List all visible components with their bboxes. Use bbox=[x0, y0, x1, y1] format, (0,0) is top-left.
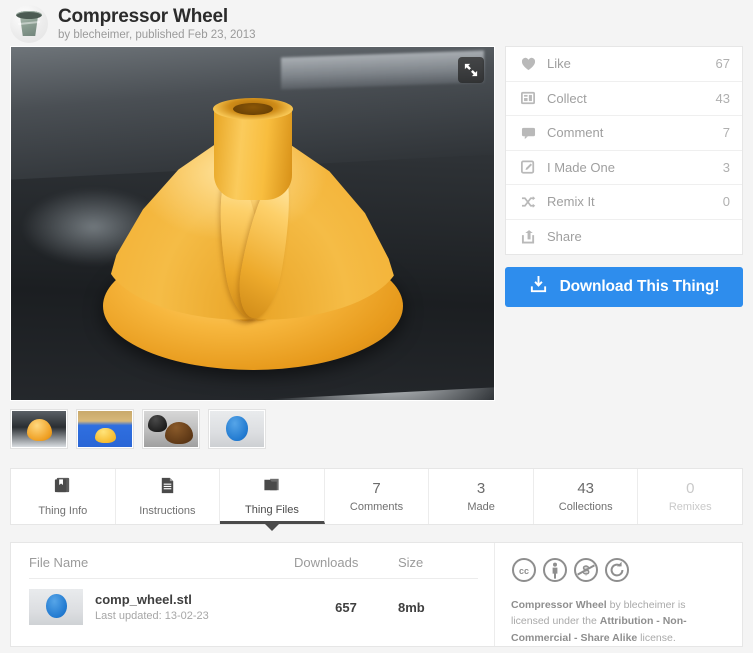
thumb-orange-wheel-dark-plate bbox=[12, 411, 66, 447]
tab-count: 3 bbox=[476, 479, 486, 497]
thumbnail-item[interactable] bbox=[208, 409, 266, 449]
action-collect[interactable]: Collect 43 bbox=[506, 82, 742, 116]
cc-by-icon bbox=[542, 557, 568, 588]
action-i-made-one[interactable]: I Made One 3 bbox=[506, 151, 742, 185]
tab-label: Thing Files bbox=[245, 503, 299, 516]
action-comment[interactable]: Comment 7 bbox=[506, 116, 742, 151]
svg-text:cc: cc bbox=[519, 566, 529, 576]
cc-nc-icon: $ bbox=[573, 557, 599, 588]
files-table: File Name Downloads Size comp_wheel.stl … bbox=[11, 543, 494, 646]
sidebar-column: Like 67 Collect 43 Comment 7 I Made One … bbox=[505, 46, 743, 307]
tab-count: 43 bbox=[577, 479, 595, 497]
main-columns: Like 67 Collect 43 Comment 7 I Made One … bbox=[0, 46, 753, 449]
action-label: Share bbox=[547, 229, 582, 245]
comment-icon bbox=[518, 126, 538, 140]
cc-sa-icon bbox=[604, 557, 630, 588]
thumbnail-item[interactable] bbox=[76, 409, 134, 449]
heart-icon bbox=[518, 57, 538, 71]
tab-count: 0 bbox=[686, 479, 695, 497]
download-icon bbox=[529, 275, 548, 299]
action-count: 0 bbox=[722, 194, 730, 210]
cc-license-icons: cc $ bbox=[511, 557, 726, 588]
page-header: Compressor Wheel by blecheimer, publishe… bbox=[0, 0, 753, 46]
stl-preview-thumb bbox=[29, 589, 83, 625]
thumb-yellow-wheel-blue-bed bbox=[78, 411, 132, 447]
action-label: Collect bbox=[547, 90, 587, 106]
avatar[interactable] bbox=[10, 5, 48, 43]
action-label: I Made One bbox=[547, 159, 615, 175]
tab-label: Remixes bbox=[668, 500, 712, 513]
active-tab-caret bbox=[263, 523, 280, 531]
file-meta: comp_wheel.stl Last updated: 13-02-23 bbox=[95, 592, 294, 622]
tab-made[interactable]: 3 Made bbox=[429, 469, 534, 524]
page-title: Compressor Wheel bbox=[58, 5, 228, 27]
action-label: Comment bbox=[547, 125, 604, 141]
tab-label: Comments bbox=[349, 500, 404, 513]
document-icon bbox=[158, 476, 177, 500]
action-label: Remix It bbox=[547, 194, 595, 210]
license-text: Compressor Wheel by blecheimer is licens… bbox=[511, 597, 726, 646]
tab-label: Thing Info bbox=[38, 505, 88, 517]
thumb-black-and-brown-wheels bbox=[144, 411, 198, 447]
wheel-hub-bore bbox=[232, 102, 273, 115]
media-column bbox=[10, 46, 495, 449]
tabs-wrapper: Thing Info Instructions Thing Files 7 Co… bbox=[10, 468, 743, 531]
thumb-blue-stl-render bbox=[210, 411, 264, 447]
tab-label: Collections bbox=[558, 500, 613, 513]
file-name[interactable]: comp_wheel.stl bbox=[95, 592, 294, 607]
actions-card: Like 67 Collect 43 Comment 7 I Made One … bbox=[505, 46, 743, 255]
download-button[interactable]: Download This Thing! bbox=[505, 267, 743, 307]
license-suffix: license. bbox=[637, 631, 676, 644]
hero-image[interactable] bbox=[10, 46, 495, 401]
file-size: 8mb bbox=[398, 599, 425, 615]
thing-detail-page: Compressor Wheel by blecheimer, publishe… bbox=[0, 0, 753, 653]
action-count: 67 bbox=[715, 56, 730, 72]
cc-icon: cc bbox=[511, 557, 537, 588]
file-updated: Last updated: 13-02-23 bbox=[95, 610, 209, 622]
action-count: 3 bbox=[722, 159, 730, 175]
action-like[interactable]: Like 67 bbox=[506, 47, 742, 82]
action-count: 43 bbox=[715, 90, 730, 106]
thing-files-panel: File Name Downloads Size comp_wheel.stl … bbox=[10, 542, 743, 647]
column-header-downloads: Downloads bbox=[294, 555, 359, 570]
tab-bar: Thing Info Instructions Thing Files 7 Co… bbox=[10, 468, 743, 531]
tab-label: Made bbox=[467, 500, 495, 513]
download-label: Download This Thing! bbox=[559, 278, 720, 295]
remix-icon bbox=[518, 195, 538, 209]
tab-comments[interactable]: 7 Comments bbox=[325, 469, 430, 524]
thumbnail-strip bbox=[10, 409, 495, 449]
action-share[interactable]: Share bbox=[506, 220, 742, 255]
collect-icon bbox=[518, 91, 538, 105]
license-thing-name: Compressor Wheel bbox=[511, 599, 607, 611]
made-icon bbox=[518, 160, 538, 174]
tab-instructions[interactable]: Instructions bbox=[116, 469, 221, 524]
thumbnail-item[interactable] bbox=[10, 409, 68, 449]
tab-count: 7 bbox=[372, 479, 381, 497]
book-icon bbox=[53, 476, 72, 500]
column-header-file-name: File Name bbox=[29, 555, 89, 570]
action-remix-it[interactable]: Remix It 0 bbox=[506, 185, 742, 220]
table-row[interactable]: comp_wheel.stl Last updated: 13-02-23 65… bbox=[29, 579, 478, 637]
header-text: Compressor Wheel by blecheimer, publishe… bbox=[58, 5, 256, 42]
file-downloads: 657 bbox=[335, 599, 357, 615]
bucket-rim bbox=[16, 11, 42, 19]
fullscreen-expand-icon[interactable] bbox=[458, 57, 484, 83]
column-header-size: Size bbox=[398, 555, 424, 570]
tab-collections[interactable]: 43 Collections bbox=[534, 469, 639, 524]
action-count: 7 bbox=[722, 125, 730, 141]
folder-icon bbox=[262, 475, 282, 499]
byline: by blecheimer, published Feb 23, 2013 bbox=[58, 29, 256, 42]
compressor-wheel-model bbox=[88, 86, 418, 376]
tab-remixes[interactable]: 0 Remixes bbox=[638, 469, 742, 524]
action-label: Like bbox=[547, 56, 571, 72]
tab-thing-info[interactable]: Thing Info bbox=[11, 469, 116, 524]
tab-thing-files[interactable]: Thing Files bbox=[220, 469, 325, 531]
share-icon bbox=[518, 229, 538, 244]
files-table-header: File Name Downloads Size bbox=[29, 555, 478, 579]
tab-label: Instructions bbox=[139, 505, 196, 517]
thumbnail-item[interactable] bbox=[142, 409, 200, 449]
license-panel: cc $ Compressor Wheel by blecheimer is l… bbox=[494, 543, 742, 646]
